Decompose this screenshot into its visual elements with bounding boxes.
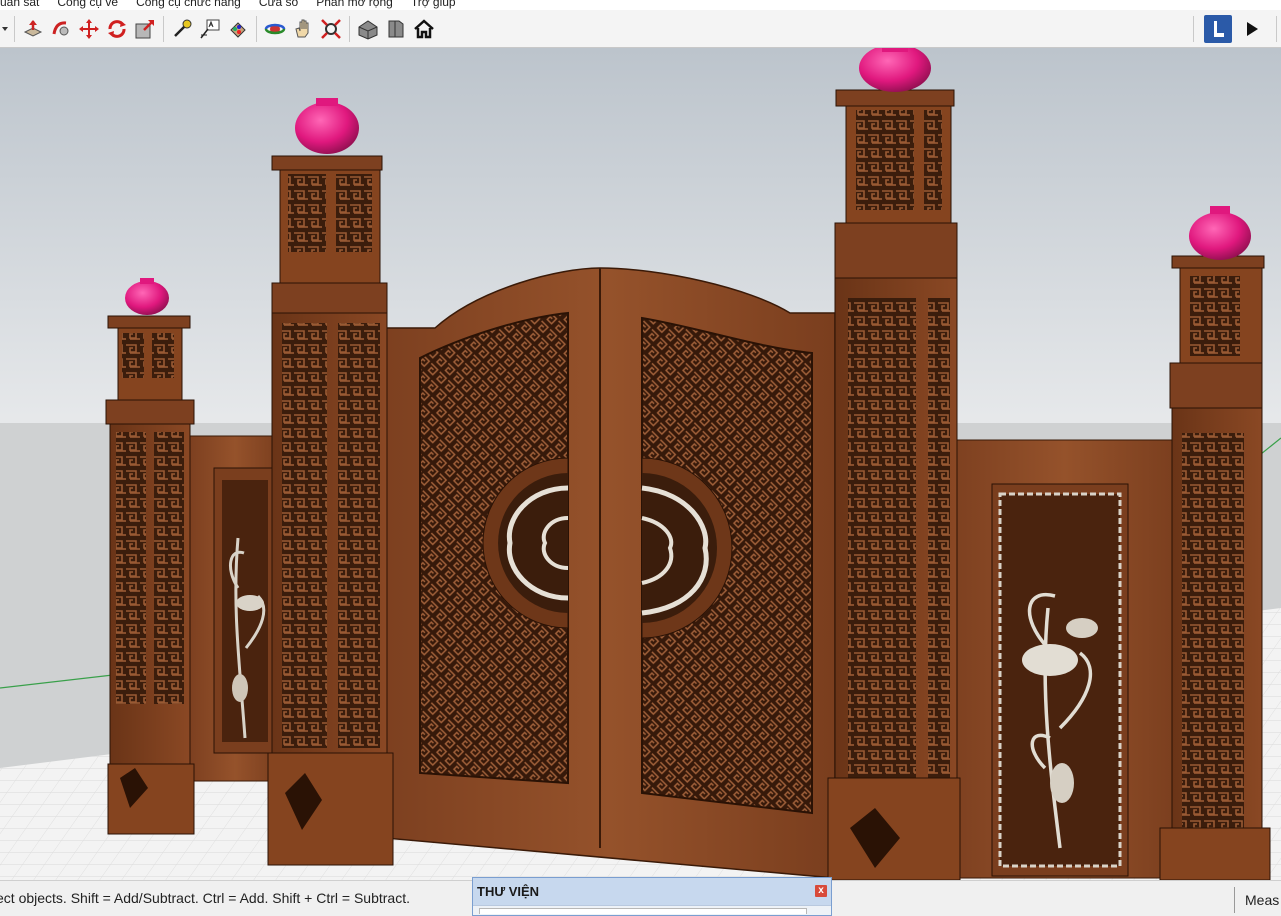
menu-item-help[interactable]: Trợ giúp	[411, 0, 456, 10]
main-toolbar	[0, 10, 1281, 48]
zoom-extents-icon[interactable]	[317, 15, 345, 43]
play-icon[interactable]	[1238, 15, 1266, 43]
toolbar-separator	[256, 15, 257, 42]
library-title-bar[interactable]: THƯ VIỆN	[473, 878, 831, 905]
pillar-center-right	[827, 48, 961, 880]
sketchup-window: uan sát Công cụ vẽ Công cụ chức năng Cửa…	[0, 0, 1281, 916]
pan-icon[interactable]	[289, 15, 317, 43]
gate-model-render[interactable]	[0, 48, 1281, 880]
menu-item-tools[interactable]: Công cụ chức năng	[136, 0, 241, 10]
push-pull-icon[interactable]	[19, 15, 47, 43]
status-hint-text: ect objects. Shift = Add/Subtract. Ctrl …	[0, 890, 410, 906]
menu-item-draw[interactable]: Công cụ vẽ	[57, 0, 118, 10]
paint-bucket-icon[interactable]	[224, 15, 252, 43]
toolbar-dropdown-arrow-icon[interactable]	[0, 15, 10, 43]
tape-measure-icon[interactable]	[168, 15, 196, 43]
follow-me-icon[interactable]	[47, 15, 75, 43]
measurements-label[interactable]: Meas	[1234, 887, 1279, 913]
pillar-far-left	[105, 278, 195, 835]
text-icon[interactable]	[196, 15, 224, 43]
toolbar-separator	[14, 15, 15, 42]
library-body	[473, 905, 831, 915]
toolbar-separator	[1193, 16, 1194, 42]
menu-item-view[interactable]: uan sát	[0, 0, 39, 10]
menu-item-extensions[interactable]: Phần mở rộng	[316, 0, 393, 10]
library-search-field[interactable]	[479, 908, 807, 914]
warehouse-icon[interactable]	[354, 15, 382, 43]
toolbar-separator	[349, 15, 350, 42]
library-panel: THƯ VIỆN x	[472, 877, 832, 916]
move-icon[interactable]	[75, 15, 103, 43]
pillar-left	[267, 98, 394, 866]
toolbar-separator	[1276, 16, 1277, 42]
close-icon[interactable]: x	[815, 885, 827, 897]
toolbar-right-group	[1189, 15, 1281, 43]
menu-bar: uan sát Công cụ vẽ Công cụ chức năng Cửa…	[0, 0, 1281, 10]
library-title: THƯ VIỆN	[477, 884, 540, 899]
rotate-icon[interactable]	[103, 15, 131, 43]
extension-icon[interactable]	[382, 15, 410, 43]
toolbar-separator	[163, 15, 164, 42]
profile-icon[interactable]	[1204, 15, 1232, 43]
3d-viewport[interactable]	[0, 48, 1281, 880]
scale-icon[interactable]	[131, 15, 159, 43]
orbit-icon[interactable]	[261, 15, 289, 43]
home-icon[interactable]	[410, 15, 438, 43]
menu-item-window[interactable]: Cửa sổ	[259, 0, 298, 10]
